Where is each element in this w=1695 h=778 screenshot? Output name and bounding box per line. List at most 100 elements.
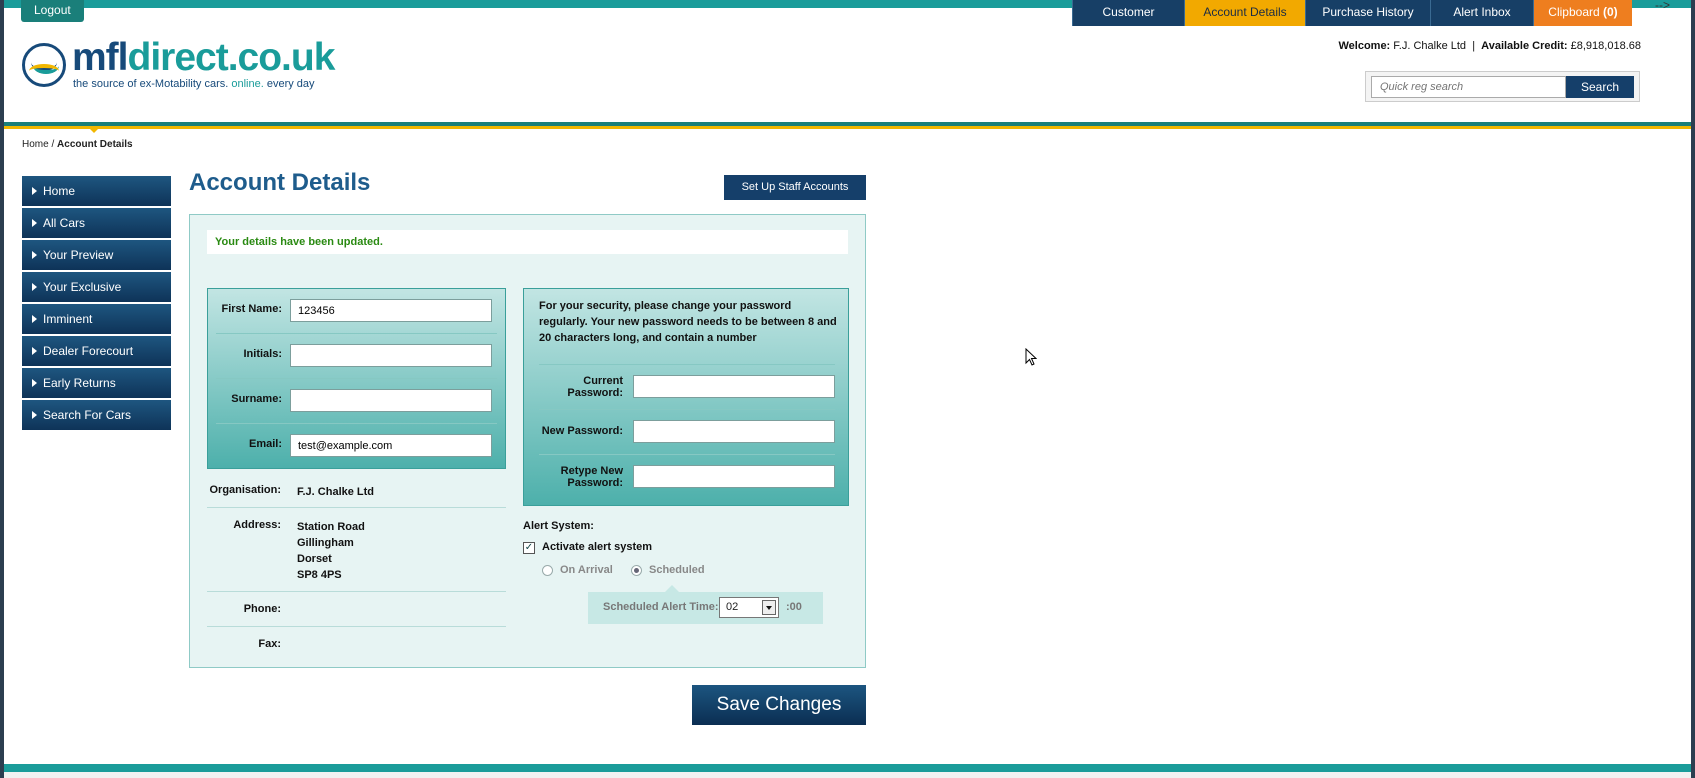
account-summary: Welcome: F.J. Chalke Ltd | Available Cre… xyxy=(1338,40,1641,52)
row-divider xyxy=(207,591,506,592)
header-divider-gold xyxy=(4,126,1691,129)
new-password-row: New Password: xyxy=(524,411,848,453)
save-changes-button[interactable]: Save Changes xyxy=(692,685,866,725)
activate-alert-checkbox[interactable]: ✓ xyxy=(523,542,535,554)
sidebar-item-early-returns[interactable]: Early Returns xyxy=(22,368,171,398)
credit-value: £8,918,018.68 xyxy=(1570,40,1641,52)
quick-search: Search xyxy=(1365,71,1640,102)
window-frame-right xyxy=(1691,0,1695,778)
mouse-cursor-icon xyxy=(1025,348,1037,366)
top-navigation: Customer Support Account Details Purchas… xyxy=(1072,0,1632,43)
surname-input[interactable] xyxy=(290,389,492,412)
page-title: Account Details xyxy=(189,169,371,196)
site-logo[interactable]: mfldirect.co.uk the source of ex-Motabil… xyxy=(22,36,342,94)
caret-right-icon xyxy=(32,379,37,387)
logo-tagline: the source of ex-Motability cars. online… xyxy=(73,78,315,90)
password-box: For your security, please change your pa… xyxy=(523,288,849,506)
current-password-input[interactable] xyxy=(633,375,835,398)
organisation-value: F.J. Chalke Ltd xyxy=(297,486,375,498)
scheduled-time-box: Scheduled Alert Time: 02 :00 xyxy=(588,592,823,624)
address-value: Station Road Gillingham Dorset SP8 4PS xyxy=(297,519,365,583)
caret-right-icon xyxy=(32,315,37,323)
first-name-row: First Name: xyxy=(208,289,505,333)
credit-label: Available Credit: xyxy=(1481,40,1568,52)
caret-right-icon xyxy=(32,187,37,195)
alert-system-label: Alert System: xyxy=(523,520,594,532)
logo-globe-icon xyxy=(22,43,66,87)
search-button[interactable]: Search xyxy=(1566,76,1634,98)
account-details-panel: Your details have been updated. First Na… xyxy=(189,214,866,668)
caret-right-icon xyxy=(32,411,37,419)
scheduled-time-label: Scheduled Alert Time: xyxy=(603,601,719,613)
breadcrumb-current: Account Details xyxy=(57,139,133,150)
password-security-note: For your security, please change your pa… xyxy=(539,300,837,344)
success-message: Your details have been updated. xyxy=(207,230,848,254)
current-password-label: Current Password: xyxy=(567,375,623,399)
sidebar-item-all-cars[interactable]: All Cars xyxy=(22,208,171,238)
logo-wordmark: mfldirect.co.uk xyxy=(72,36,335,79)
new-password-label: New Password: xyxy=(541,425,623,437)
row-divider xyxy=(539,364,835,365)
breadcrumb-separator: / xyxy=(51,139,55,150)
first-name-input[interactable] xyxy=(290,299,492,322)
sidebar-item-home[interactable]: Home xyxy=(22,176,171,206)
window-frame-left xyxy=(0,0,4,778)
chevron-down-icon[interactable] xyxy=(762,600,776,615)
surname-row: Surname: xyxy=(208,379,505,423)
header-divider-notch xyxy=(90,129,98,133)
initials-input[interactable] xyxy=(290,344,492,367)
sidebar-item-search-for-cars[interactable]: Search For Cars xyxy=(22,400,171,430)
organisation-label: Organisation: xyxy=(209,484,281,496)
clipboard-count: (0) xyxy=(1603,5,1618,19)
email-input[interactable] xyxy=(290,434,492,457)
scheduled-label[interactable]: Scheduled xyxy=(649,564,705,576)
on-arrival-radio[interactable] xyxy=(542,565,553,576)
scheduled-time-suffix: :00 xyxy=(786,601,802,613)
nav-account-details[interactable]: Account Details xyxy=(1184,0,1305,26)
scheduled-time-value: 02 xyxy=(726,601,739,613)
personal-details-box: First Name: Initials: Surname: Email: xyxy=(207,288,506,469)
row-divider xyxy=(539,409,835,410)
scheduled-time-select[interactable]: 02 xyxy=(719,597,779,618)
phone-label: Phone: xyxy=(243,603,281,615)
first-name-label: First Name: xyxy=(221,303,282,315)
quick-reg-search-input[interactable] xyxy=(1371,76,1566,98)
row-divider xyxy=(539,454,835,455)
nav-clipboard[interactable]: Clipboard (0) xyxy=(1533,0,1632,26)
sidebar-item-your-exclusive[interactable]: Your Exclusive xyxy=(22,272,171,302)
scheduled-radio[interactable] xyxy=(631,565,642,576)
breadcrumb-home-link[interactable]: Home xyxy=(22,139,49,150)
address-line: Dorset xyxy=(297,553,332,565)
nav-purchase-history[interactable]: Purchase History xyxy=(1305,0,1430,26)
surname-label: Surname: xyxy=(231,393,282,405)
retype-password-input[interactable] xyxy=(633,465,835,488)
email-row: Email: xyxy=(208,424,505,468)
row-divider xyxy=(207,507,506,508)
row-divider xyxy=(207,626,506,627)
sidebar-item-your-preview[interactable]: Your Preview xyxy=(22,240,171,270)
address-line: SP8 4PS xyxy=(297,569,342,581)
schedule-pointer xyxy=(665,585,679,592)
sidebar-item-dealer-forecourt[interactable]: Dealer Forecourt xyxy=(22,336,171,366)
nav-alert-inbox[interactable]: Alert Inbox xyxy=(1430,0,1533,26)
sidebar-nav: Home All Cars Your Preview Your Exclusiv… xyxy=(22,176,171,432)
summary-separator: | xyxy=(1472,40,1476,52)
clipboard-label: Clipboard xyxy=(1548,5,1600,19)
new-password-input[interactable] xyxy=(633,420,835,443)
caret-right-icon xyxy=(32,283,37,291)
breadcrumb: Home / Account Details xyxy=(22,139,133,150)
company-name: F.J. Chalke Ltd xyxy=(1393,40,1467,52)
sidebar-item-imminent[interactable]: Imminent xyxy=(22,304,171,334)
on-arrival-label[interactable]: On Arrival xyxy=(560,564,613,576)
caret-right-icon xyxy=(32,219,37,227)
corner-arrow-text: --> xyxy=(1655,0,1670,12)
activate-alert-label[interactable]: Activate alert system xyxy=(542,541,652,553)
set-up-staff-accounts-button[interactable]: Set Up Staff Accounts xyxy=(724,175,866,200)
address-line: Station Road xyxy=(297,521,365,533)
welcome-label: Welcome: xyxy=(1338,40,1391,52)
nav-customer-support[interactable]: Customer Support xyxy=(1072,0,1184,43)
email-label: Email: xyxy=(248,438,282,450)
address-line: Gillingham xyxy=(297,537,354,549)
footer-strip xyxy=(4,772,1691,778)
logout-button[interactable]: Logout xyxy=(21,0,84,22)
